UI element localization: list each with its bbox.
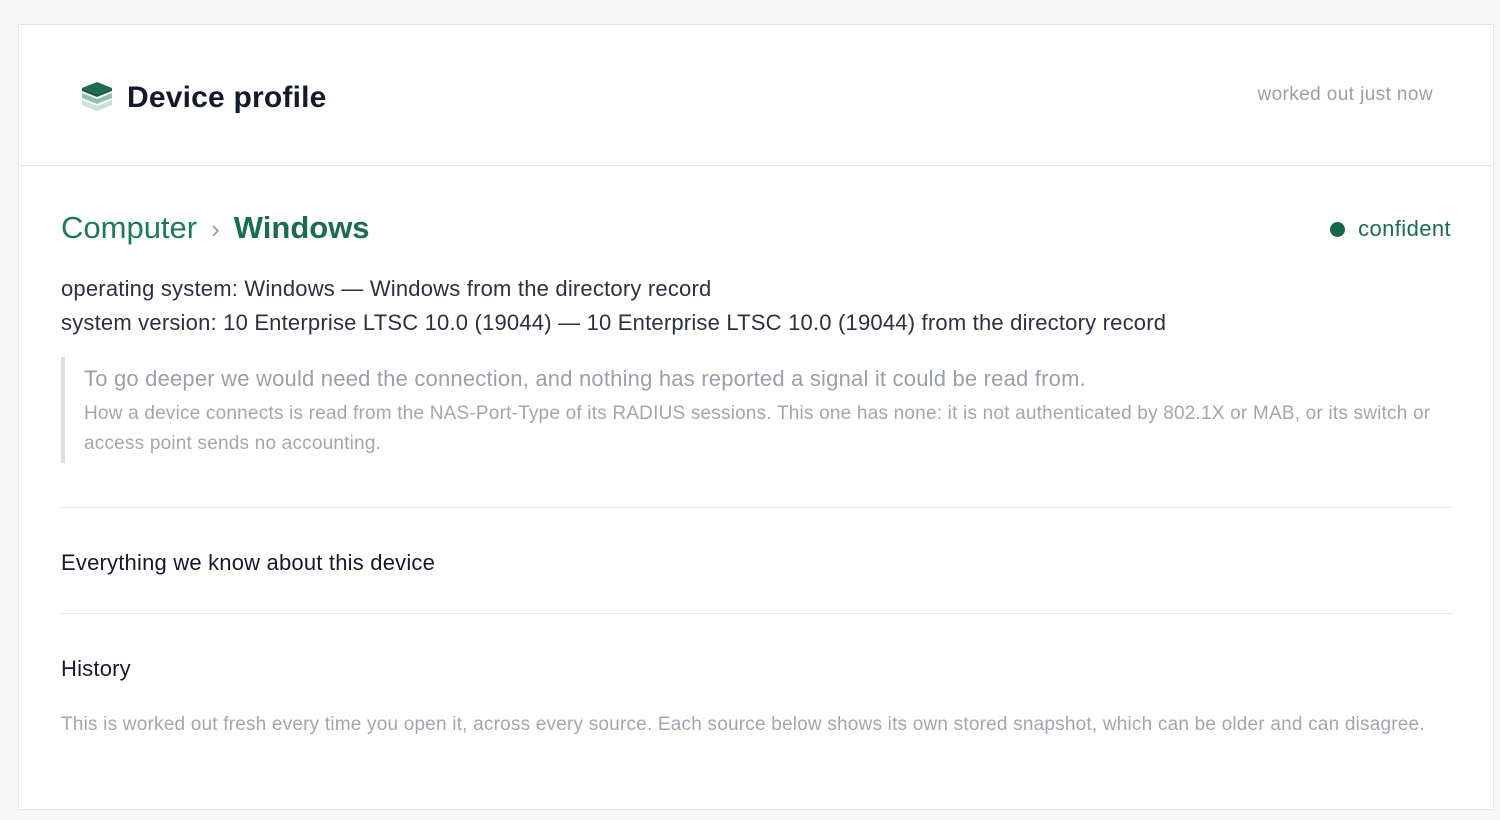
divider (61, 507, 1453, 508)
history-note: This is worked out fresh every time you … (61, 714, 1425, 735)
status-dot-icon (1330, 221, 1346, 237)
panel-header: Device profile worked out just now (19, 25, 1493, 166)
device-category: Computer (61, 210, 198, 245)
confidence-label: confident (1358, 216, 1451, 241)
computed-at-timestamp: worked out just now (1257, 84, 1433, 105)
section-heading-everything: Everything we know about this device (61, 550, 436, 575)
device-os: Windows (233, 210, 370, 245)
confidence-badge: confident (1330, 216, 1451, 242)
fact-list: operating system: Windows — Windows from… (61, 272, 1166, 340)
chevron-right-icon: › (211, 214, 220, 244)
fact-system-version: system version: 10 Enterprise LTSC 10.0 … (61, 310, 1167, 335)
connection-note: To go deeper we would need the connectio… (61, 357, 1453, 463)
connection-note-detail: How a device connects is read from the N… (84, 403, 1431, 454)
title-wrap: Device profile (81, 81, 327, 115)
fact-operating-system: operating system: Windows — Windows from… (61, 276, 712, 301)
layers-icon (82, 82, 112, 111)
classification-breadcrumb: Computer › Windows (61, 210, 370, 246)
divider (61, 613, 1453, 614)
connection-note-headline: To go deeper we would need the connectio… (84, 366, 1086, 391)
page-title: Device profile (127, 81, 327, 114)
section-heading-history: History (61, 656, 131, 681)
device-profile-panel: Device profile worked out just now Compu… (18, 24, 1494, 810)
